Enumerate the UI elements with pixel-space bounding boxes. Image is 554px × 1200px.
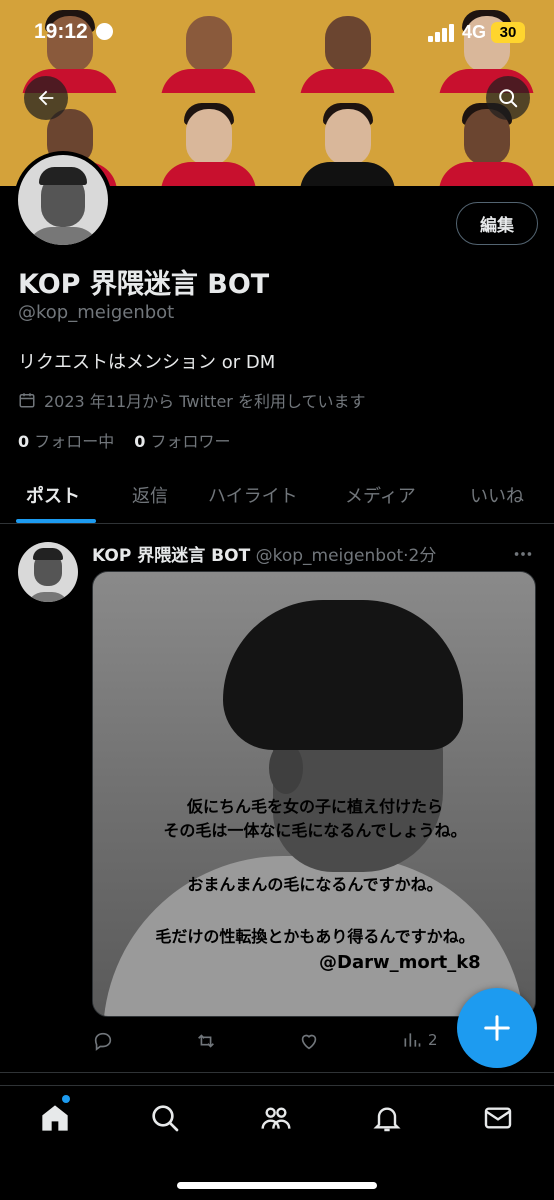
post-time: 2分 <box>408 546 437 566</box>
plus-icon <box>484 1015 510 1041</box>
banner-player-photo <box>139 93 278 186</box>
image-caption-line: 毛だけの性転換とかもあり得るんですかね。 <box>155 927 475 946</box>
reply-icon <box>94 1032 112 1051</box>
post-author-avatar[interactable] <box>18 542 78 602</box>
search-icon <box>499 89 518 108</box>
views-button[interactable]: 2 <box>402 1030 438 1050</box>
nav-home[interactable] <box>39 1102 71 1134</box>
search-icon <box>152 1105 179 1132</box>
tab-media[interactable]: メディア <box>345 482 416 508</box>
follow-stats: 0 フォロー中 0 フォロワー <box>18 428 231 452</box>
compose-post-button[interactable] <box>457 988 537 1068</box>
back-button[interactable] <box>24 76 68 120</box>
following-label: フォロー中 <box>34 432 115 451</box>
repost-icon <box>198 1034 214 1048</box>
post-item[interactable]: KOP 界隈迷言 BOT @kop_meigenbot·2分 仮にちん毛を女の子… <box>0 525 554 1073</box>
home-notification-dot <box>62 1095 70 1103</box>
envelope-icon <box>484 1107 512 1129</box>
views-icon <box>404 1033 421 1047</box>
profile-name: KOP 界隈迷言 BOT <box>18 269 270 300</box>
joined-text: 2023 年11月から Twitter を利用しています <box>44 392 366 411</box>
active-tab-indicator <box>16 519 96 523</box>
profile-tabs: ポスト 返信 ハイライト メディア いいね <box>0 470 554 524</box>
post-image[interactable]: 仮にちん毛を女の子に植え付けたら その毛は一体なに毛になるんでしょうね。 おまん… <box>92 571 536 1017</box>
following-link[interactable]: 0 フォロー中 <box>18 428 114 452</box>
joined-date: 2023 年11月から Twitter を利用しています <box>18 388 365 412</box>
reply-button[interactable] <box>92 1030 114 1052</box>
profile-handle: @kop_meigenbot <box>18 302 175 323</box>
tab-likes[interactable]: いいね <box>470 482 524 508</box>
search-button[interactable] <box>486 76 530 120</box>
followers-count: 0 <box>134 432 146 451</box>
network-type: 4G <box>462 22 487 42</box>
post-actions: 2 <box>92 1030 452 1054</box>
bottom-navigation <box>0 1085 554 1200</box>
status-bar: 19:12 4G 30 <box>0 0 554 64</box>
following-count: 0 <box>18 432 30 451</box>
bell-icon <box>373 1107 401 1132</box>
post-author-handle[interactable]: @kop_meigenbot <box>256 546 404 566</box>
like-button[interactable] <box>298 1030 320 1052</box>
nav-search[interactable] <box>149 1102 181 1134</box>
repost-button[interactable] <box>194 1030 218 1052</box>
banner-player-photo <box>278 93 417 186</box>
profile-avatar[interactable] <box>14 151 112 249</box>
home-indicator <box>177 1182 377 1189</box>
post-header: KOP 界隈迷言 BOT @kop_meigenbot·2分 <box>92 541 436 566</box>
image-caption-line: 仮にちん毛を女の子に植え付けたら <box>186 797 443 816</box>
image-credit: @Darw_mort_k8 <box>319 952 481 973</box>
nav-notifications[interactable] <box>371 1102 403 1134</box>
tab-highlights[interactable]: ハイライト <box>208 482 298 508</box>
calendar-icon <box>19 393 35 408</box>
tab-posts[interactable]: ポスト <box>26 482 80 508</box>
edit-profile-button[interactable]: 編集 <box>456 202 538 245</box>
signal-icon <box>428 24 458 42</box>
status-time: 19:12 <box>34 20 88 43</box>
banner-player-photo <box>417 93 554 186</box>
communities-icon <box>261 1107 291 1129</box>
tab-replies[interactable]: 返信 <box>132 482 168 508</box>
nav-communities[interactable] <box>260 1102 292 1134</box>
arrow-left-icon <box>38 90 54 106</box>
battery-icon: 30 <box>491 22 525 43</box>
followers-link[interactable]: 0 フォロワー <box>134 428 230 452</box>
followers-label: フォロワー <box>150 432 231 451</box>
views-count: 2 <box>428 1031 438 1049</box>
image-caption-line: おまんまんの毛になるんですかね。 <box>187 875 443 894</box>
post-author-name[interactable]: KOP 界隈迷言 BOT <box>92 546 250 566</box>
nav-messages[interactable] <box>482 1102 514 1134</box>
profile-bio: リクエストはメンション or DM <box>18 352 276 373</box>
location-icon <box>96 23 113 40</box>
more-icon[interactable] <box>512 543 534 565</box>
home-icon <box>42 1105 68 1131</box>
image-caption-line: その毛は一体なに毛になるんでしょうね。 <box>163 821 467 840</box>
heart-icon <box>301 1034 317 1050</box>
